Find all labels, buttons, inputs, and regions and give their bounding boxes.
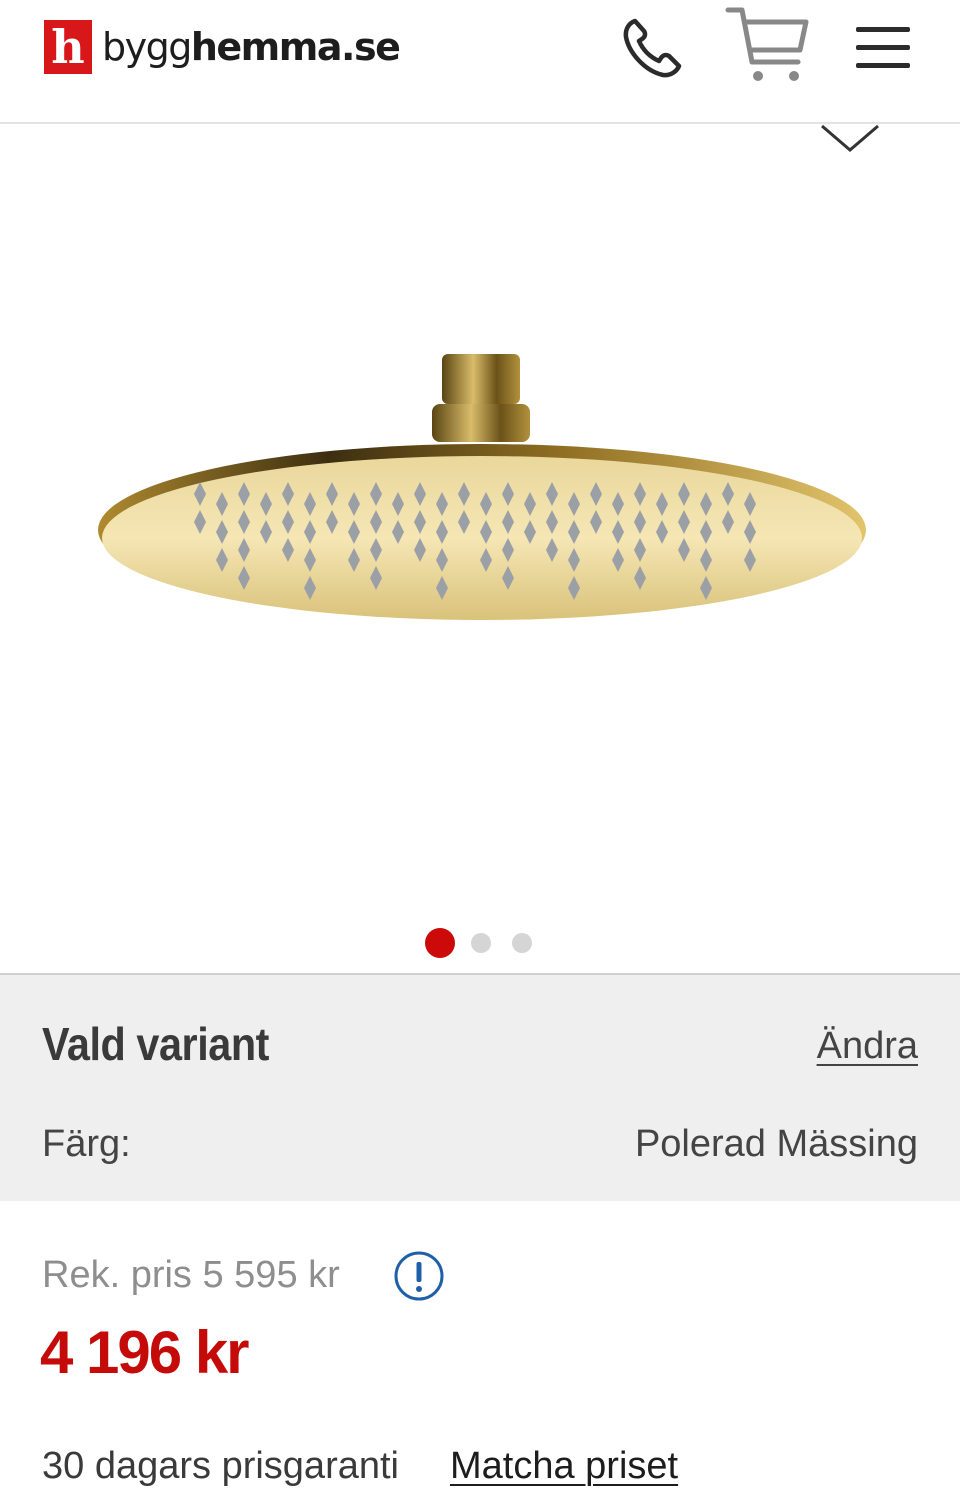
- site-header: h bygghemma.se: [0, 0, 960, 124]
- pagination-dot[interactable]: [471, 933, 491, 953]
- menu-icon[interactable]: [852, 20, 914, 76]
- info-icon[interactable]: [393, 1250, 445, 1302]
- logo-wordmark: bygghemma.se: [102, 25, 401, 69]
- match-price-link[interactable]: Matcha priset: [450, 1445, 678, 1488]
- current-price: 4 196 kr: [40, 1319, 250, 1386]
- pagination-dot-active[interactable]: [425, 928, 455, 958]
- chevron-down-icon[interactable]: [818, 124, 882, 154]
- site-logo[interactable]: h bygghemma.se: [44, 20, 401, 74]
- price-guarantee-text: 30 dagars prisgaranti: [42, 1445, 399, 1487]
- recommended-price: Rek. pris 5 595 kr: [42, 1254, 340, 1296]
- pagination-dot[interactable]: [512, 933, 532, 953]
- image-pagination: [0, 926, 960, 960]
- color-value: Polerad Mässing: [634, 1123, 918, 1165]
- phone-icon[interactable]: [614, 12, 690, 84]
- selected-variant-panel: Vald variant Ändra Färg: Polerad Mässing: [0, 973, 960, 1201]
- product-image[interactable]: [90, 344, 874, 644]
- logo-mark: h: [44, 20, 92, 74]
- variant-heading: Vald variant: [42, 1018, 270, 1070]
- change-variant-link[interactable]: Ändra: [817, 1025, 918, 1068]
- color-label: Färg:: [42, 1123, 131, 1165]
- cart-icon[interactable]: [722, 2, 814, 88]
